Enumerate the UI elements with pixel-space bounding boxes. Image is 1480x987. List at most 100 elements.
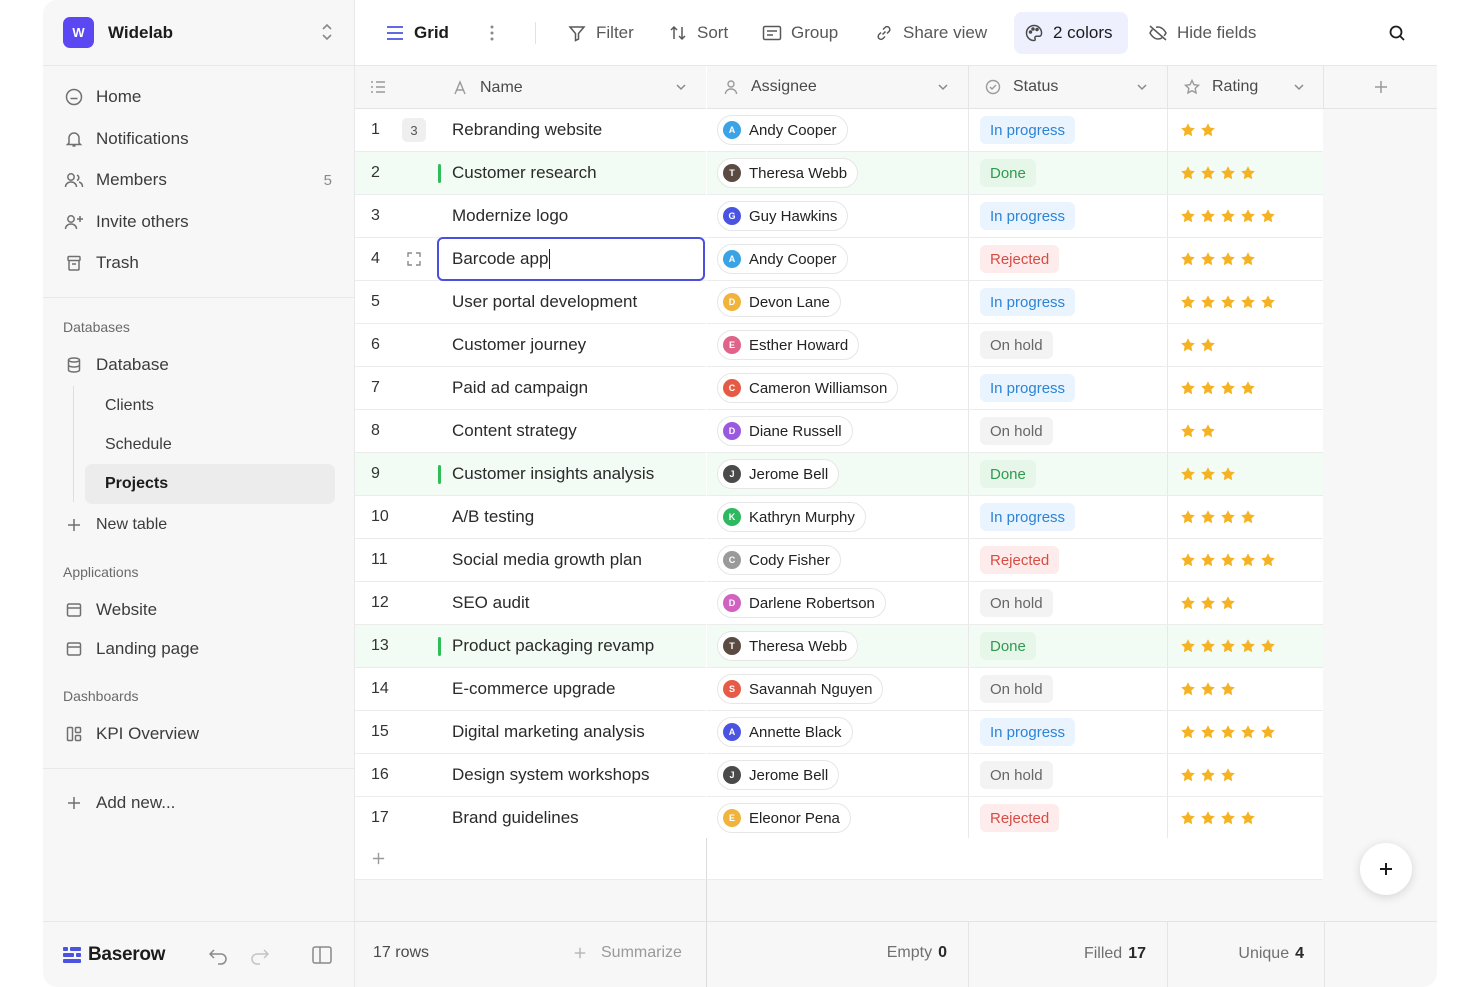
assignee-chip[interactable]: D Diane Russell [717, 416, 853, 446]
assignee-chip[interactable]: C Cameron Williamson [717, 373, 899, 403]
name-cell[interactable]: User portal development [452, 281, 702, 323]
summary-assignee[interactable]: Empty 0 [707, 922, 947, 984]
star-icon[interactable] [1200, 251, 1216, 267]
table-row[interactable]: 4 Barcode app [355, 237, 706, 281]
chevron-down-icon[interactable] [936, 80, 950, 94]
sidebar-item-notifications[interactable]: Notifications [55, 121, 335, 157]
assignee-cell[interactable]: G Guy Hawkins [717, 195, 849, 237]
table-row[interactable]: 9 Customer insights analysis [355, 453, 706, 496]
sidebar-item-members[interactable]: Members 5 [55, 162, 335, 198]
star-icon[interactable] [1200, 638, 1216, 654]
star-icon[interactable] [1220, 595, 1236, 611]
assignee-chip[interactable]: D Darlene Robertson [717, 588, 886, 618]
table-row[interactable]: G Guy Hawkins In progress [707, 195, 1324, 238]
star-icon[interactable] [1260, 208, 1276, 224]
comment-count-badge[interactable]: 3 [402, 118, 426, 142]
name-cell[interactable]: Rebranding website [452, 109, 702, 151]
assignee-cell[interactable]: E Esther Howard [717, 324, 860, 366]
assignee-cell[interactable]: T Theresa Webb [717, 152, 859, 194]
status-cell[interactable]: Done [968, 625, 1167, 667]
table-row[interactable]: D Devon Lane In progress [707, 281, 1324, 324]
star-icon[interactable] [1240, 208, 1256, 224]
star-icon[interactable] [1180, 380, 1196, 396]
assignee-chip[interactable]: A Andy Cooper [717, 115, 848, 145]
table-row[interactable]: E Eleonor Pena Rejected [707, 797, 1324, 840]
status-cell[interactable]: Rejected [968, 539, 1167, 581]
undo-icon[interactable] [207, 944, 229, 966]
column-header-rating[interactable]: Rating [1167, 66, 1324, 109]
rating-cell[interactable] [1167, 281, 1324, 323]
star-icon[interactable] [1220, 165, 1236, 181]
assignee-cell[interactable]: A Andy Cooper [717, 109, 848, 151]
star-icon[interactable] [1240, 251, 1256, 267]
table-row[interactable]: A Annette Black In progress [707, 711, 1324, 754]
star-icon[interactable] [1240, 724, 1256, 740]
status-cell[interactable]: In progress [968, 109, 1167, 151]
add-field-button[interactable] [1323, 66, 1437, 109]
star-icon[interactable] [1180, 767, 1196, 783]
assignee-chip[interactable]: D Devon Lane [717, 287, 841, 317]
assignee-chip[interactable]: A Annette Black [717, 717, 853, 747]
status-cell[interactable]: On hold [968, 410, 1167, 452]
assignee-cell[interactable]: S Savannah Nguyen [717, 668, 884, 710]
star-icon[interactable] [1220, 681, 1236, 697]
table-row[interactable]: S Savannah Nguyen On hold [707, 668, 1324, 711]
status-cell[interactable]: In progress [968, 496, 1167, 538]
table-row[interactable]: 16 Design system workshops [355, 754, 706, 797]
name-cell[interactable]: Product packaging revamp [452, 625, 702, 667]
star-icon[interactable] [1240, 380, 1256, 396]
assignee-chip[interactable]: E Eleonor Pena [717, 803, 851, 833]
assignee-chip[interactable]: S Savannah Nguyen [717, 674, 884, 704]
star-icon[interactable] [1220, 638, 1236, 654]
rating-cell[interactable] [1167, 453, 1324, 495]
star-icon[interactable] [1180, 681, 1196, 697]
star-icon[interactable] [1220, 767, 1236, 783]
status-cell[interactable]: Rejected [968, 797, 1167, 839]
star-icon[interactable] [1240, 294, 1256, 310]
star-icon[interactable] [1180, 810, 1196, 826]
add-row-area[interactable] [706, 838, 1323, 880]
new-table-button[interactable]: New table [55, 507, 335, 543]
add-new-button[interactable]: Add new... [55, 785, 335, 821]
table-row[interactable]: 1 3 Rebranding website [355, 109, 706, 152]
chevron-down-icon[interactable] [1135, 80, 1149, 94]
star-icon[interactable] [1260, 724, 1276, 740]
summary-status[interactable]: Filled 17 [968, 921, 1146, 987]
assignee-cell[interactable]: J Jerome Bell [717, 453, 840, 495]
group-button[interactable]: Group [752, 12, 848, 54]
column-header-status[interactable]: Status [968, 66, 1167, 109]
column-header-name[interactable]: Name [452, 66, 523, 109]
sidebar-item-website[interactable]: Website [55, 592, 335, 628]
status-cell[interactable]: In progress [968, 195, 1167, 237]
assignee-cell[interactable]: C Cameron Williamson [717, 367, 899, 409]
table-row[interactable]: 17 Brand guidelines [355, 797, 706, 840]
rating-cell[interactable] [1167, 797, 1324, 839]
star-icon[interactable] [1200, 423, 1216, 439]
table-row[interactable]: 5 User portal development [355, 281, 706, 324]
status-cell[interactable]: On hold [968, 754, 1167, 796]
star-icon[interactable] [1180, 724, 1196, 740]
redo-icon[interactable] [249, 944, 271, 966]
assignee-cell[interactable]: T Theresa Webb [717, 625, 859, 667]
status-cell[interactable]: On hold [968, 324, 1167, 366]
add-row-button[interactable] [355, 838, 706, 880]
star-icon[interactable] [1180, 423, 1196, 439]
name-cell[interactable]: Digital marketing analysis [452, 711, 702, 753]
table-row[interactable]: 3 Modernize logo [355, 195, 706, 238]
name-cell[interactable]: Content strategy [452, 410, 702, 452]
name-cell[interactable]: Design system workshops [452, 754, 702, 796]
table-row[interactable]: J Jerome Bell Done [707, 453, 1324, 496]
table-row[interactable]: 15 Digital marketing analysis [355, 711, 706, 754]
rating-cell[interactable] [1167, 195, 1324, 237]
sort-button[interactable]: Sort [658, 12, 738, 54]
assignee-cell[interactable]: A Andy Cooper [717, 238, 848, 280]
sidebar-item-invite[interactable]: Invite others [55, 204, 335, 240]
assignee-cell[interactable]: C Cody Fisher [717, 539, 841, 581]
star-icon[interactable] [1200, 380, 1216, 396]
table-row[interactable]: C Cameron Williamson In progress [707, 367, 1324, 410]
name-cell[interactable]: Customer research [452, 152, 702, 194]
chevron-down-icon[interactable] [1292, 80, 1306, 94]
name-cell[interactable]: E-commerce upgrade [452, 668, 702, 710]
assignee-chip[interactable]: K Kathryn Murphy [717, 502, 866, 532]
table-row[interactable]: A Andy Cooper In progress [707, 109, 1324, 152]
